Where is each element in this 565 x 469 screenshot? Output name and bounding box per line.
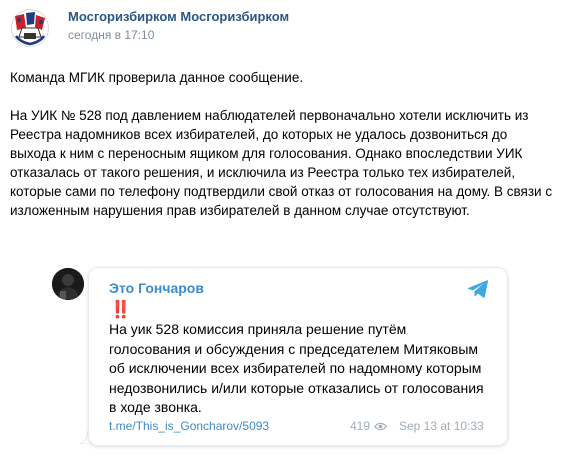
eye-icon (374, 422, 388, 430)
telegram-channel-name[interactable]: Это Гончаров (109, 279, 204, 297)
channel-avatar-icon (52, 268, 84, 300)
telegram-channel-avatar[interactable] (52, 268, 84, 300)
telegram-post-card[interactable]: Это Гончаров ‼️ На уик 528 комиссия прин… (88, 267, 508, 446)
post-body: Команда МГИК проверила данное сообщение.… (10, 68, 555, 220)
author-name-link[interactable]: Мосгоризбирком Мосгоризбирком (68, 9, 289, 25)
telegram-post-footer: t.me/This_is_Goncharov/5093 419 Sep 13 a… (109, 418, 487, 434)
telegram-plane-icon[interactable] (467, 279, 489, 299)
telegram-message-text: На уик 528 комиссия приняла решение путё… (109, 321, 484, 415)
views-count: 419 (350, 419, 371, 433)
telegram-post-date[interactable]: Sep 13 at 10:33 (399, 418, 484, 434)
post-meta: Мосгоризбирком Мосгоризбирком сегодня в … (68, 9, 289, 43)
post-paragraph: Команда МГИК проверила данное сообщение. (10, 70, 304, 85)
post-paragraph: На УИК № 528 под давлением наблюдателей … (10, 108, 553, 218)
telegram-post-link[interactable]: t.me/This_is_Goncharov/5093 (109, 418, 269, 434)
post-header: Мосгоризбирком Мосгоризбирком сегодня в … (10, 8, 289, 48)
moscow-election-commission-logo-icon (10, 8, 50, 48)
double-exclamation-emoji: ‼️ (110, 300, 131, 319)
post-timestamp[interactable]: сегодня в 17:10 (68, 27, 289, 43)
author-avatar[interactable] (10, 8, 50, 48)
views-counter: 419 (350, 418, 388, 434)
